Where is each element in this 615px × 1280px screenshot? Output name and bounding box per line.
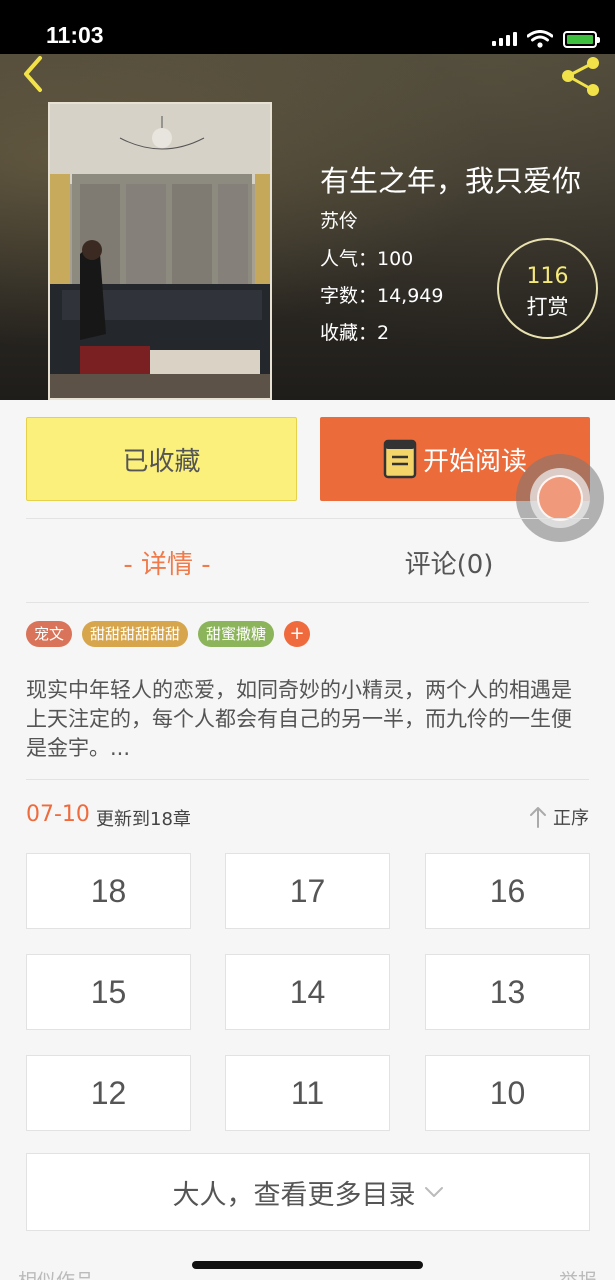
chapter-button[interactable]: 10 [425,1055,590,1131]
favorite-button[interactable]: 已收藏 [26,417,297,501]
arrow-up-icon [530,807,546,828]
sort-order-toggle[interactable]: 正序 [529,804,589,830]
tag[interactable]: 甜蜜撒糖 [198,621,275,647]
signal-icon [492,32,517,46]
more-chapters-label: 大人，查看更多目录 [172,1179,416,1211]
chapter-button[interactable]: 17 [225,853,390,929]
add-tag-button[interactable]: + [284,621,311,647]
book-cover [48,102,272,400]
book-icon [383,439,417,479]
update-date: 07-10 [26,802,90,827]
chapter-button[interactable]: 14 [225,954,390,1030]
share-icon[interactable] [557,56,605,98]
chapter-button[interactable]: 15 [26,954,191,1030]
sort-order-label: 正序 [553,808,589,829]
tag[interactable]: 甜甜甜甜甜甜 [82,621,189,647]
similar-works-heading: 相似作品 [18,1266,94,1280]
wifi-icon [527,30,553,48]
home-indicator[interactable] [192,1261,423,1269]
tab-detail[interactable]: - 详情 - [26,544,308,581]
status-time: 11:03 [46,22,104,48]
tab-comments[interactable]: 评论(0) [308,544,590,581]
tip-label: 打赏 [526,295,569,319]
status-icons [492,30,600,48]
battery-icon [563,30,600,48]
book-author[interactable]: 苏伶 [320,206,358,233]
report-link[interactable]: 举报 [559,1266,597,1280]
tag-list: 宠文 甜甜甜甜甜甜 甜蜜撒糖 + [26,621,311,647]
back-icon[interactable] [14,54,54,94]
divider [26,779,589,780]
chapter-button[interactable]: 16 [425,853,590,929]
chapter-button[interactable]: 18 [26,853,191,929]
divider [26,518,589,519]
divider [26,602,589,603]
more-chapters-button[interactable]: 大人，查看更多目录 [26,1153,590,1231]
synopsis[interactable]: 现实中年轻人的恋爱，如同奇妙的小精灵，两个人的相遇是上天注定的，每个人都会有自己… [26,676,591,763]
chapter-button[interactable]: 12 [26,1055,191,1131]
tip-button[interactable]: 116 打赏 [497,238,598,339]
update-text: 更新到18章 [96,809,191,830]
status-bar: 11:03 [0,0,615,54]
word-count-stat: 字数：14,949 [320,285,444,307]
start-reading-label: 开始阅读 [422,446,527,477]
chevron-down-icon [424,1187,443,1197]
chapter-button[interactable]: 13 [425,954,590,1030]
favorites-stat: 收藏：2 [320,322,390,344]
popularity-stat: 人气：100 [320,248,414,270]
tag[interactable]: 宠文 [26,621,73,647]
assistive-touch-button[interactable] [516,454,604,542]
favorite-button-label: 已收藏 [122,446,201,477]
chapter-button[interactable]: 11 [225,1055,390,1131]
book-header: 有生之年，我只爱你 苏伶 人气：100 字数：14,949 收藏：2 116 打… [0,54,615,400]
tip-count: 116 [526,264,569,289]
book-title: 有生之年，我只爱你 [320,164,582,198]
